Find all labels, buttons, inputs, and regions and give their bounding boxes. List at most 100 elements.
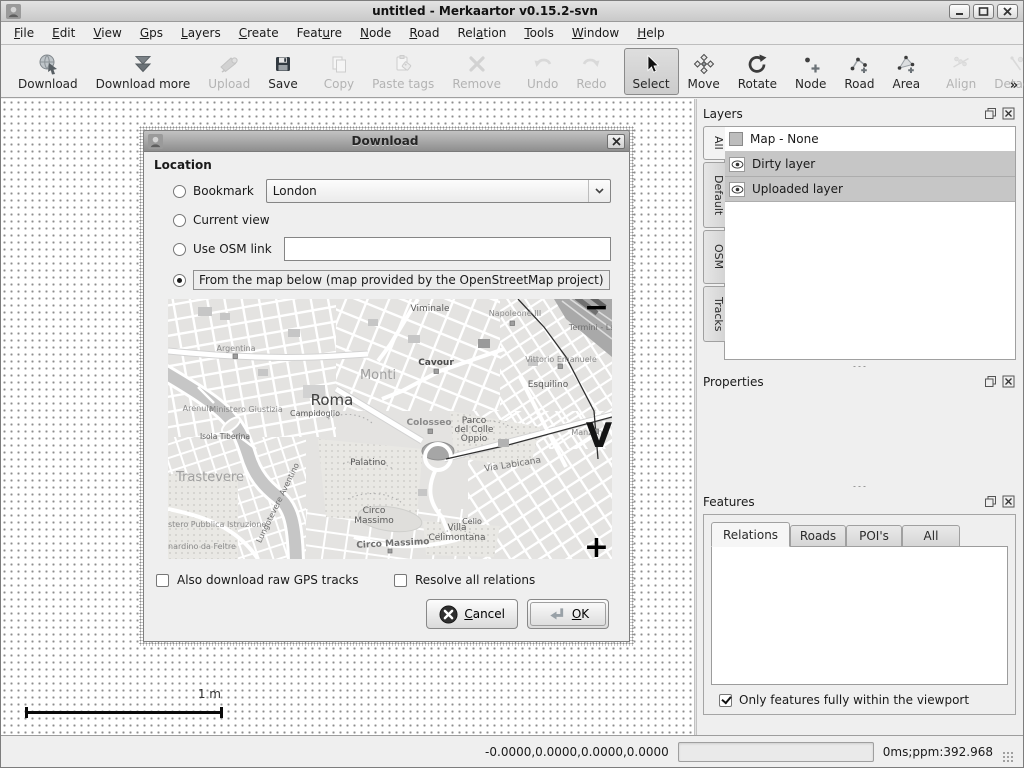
menu-item-help[interactable]: Help <box>628 23 673 43</box>
menu-item-window[interactable]: Window <box>563 23 628 43</box>
align-icon <box>950 52 972 76</box>
checkbox-also-download-raw-gp[interactable] <box>156 574 169 587</box>
map-preview-image: ViminaleNapoleone IIITermini - LaArgenti… <box>168 299 612 559</box>
layers-tab-tracks[interactable]: Tracks <box>703 286 725 342</box>
toolbar-button-label: Select <box>633 77 670 91</box>
close-icon <box>1002 7 1013 16</box>
dialog-close-button[interactable] <box>607 134 625 149</box>
radio-current-view[interactable] <box>173 214 186 227</box>
minimize-button[interactable] <box>949 4 970 19</box>
layers-float-button[interactable] <box>984 107 998 121</box>
layer-visibility-eye-icon[interactable] <box>729 182 745 197</box>
radio-use-osm-link[interactable] <box>173 243 186 256</box>
button-label: Cancel <box>464 607 505 621</box>
features-tab-roads[interactable]: Roads <box>790 525 846 547</box>
properties-features-splitter[interactable] <box>703 480 1016 492</box>
maximize-button[interactable] <box>973 4 994 19</box>
layers-panel-header: Layers <box>703 104 1016 123</box>
toolbar-button-node[interactable]: Node <box>786 48 835 95</box>
properties-close-button[interactable] <box>1002 375 1016 389</box>
location-group-label: Location <box>154 158 611 172</box>
toolbar-button-move[interactable]: Move <box>679 48 729 95</box>
minimize-icon <box>954 7 965 16</box>
menu-item-relation[interactable]: Relation <box>448 23 515 43</box>
menu-item-tools[interactable]: Tools <box>515 23 563 43</box>
toolbar-button-label: Download more <box>96 77 191 91</box>
option-row-use-osm-link: Use OSM link <box>173 237 611 261</box>
resize-grip[interactable] <box>1002 751 1015 764</box>
map-label: Colosseo <box>406 418 451 428</box>
radio-bookmark[interactable] <box>173 185 186 198</box>
radio-from-the-map-bel[interactable] <box>173 274 186 287</box>
map-zoom-out-button[interactable]: − <box>584 299 609 318</box>
paste-tags-icon <box>392 52 414 76</box>
cancel-button[interactable]: Cancel <box>426 599 518 629</box>
layer-row-uploaded-layer[interactable]: Uploaded layer <box>725 177 1015 202</box>
toolbar-button-save[interactable]: Save <box>259 48 306 95</box>
toolbar-button-download[interactable]: Download <box>9 48 87 95</box>
menu-item-node[interactable]: Node <box>351 23 400 43</box>
toolbar-button-label: Node <box>795 77 826 91</box>
close-button[interactable] <box>997 4 1018 19</box>
features-list[interactable] <box>711 546 1008 685</box>
osm-link-input[interactable] <box>284 237 611 261</box>
scale-bar: 1 m <box>25 711 223 714</box>
layer-visibility-eye-icon[interactable] <box>729 157 745 172</box>
layer-label: Dirty layer <box>752 157 815 171</box>
features-tab-poi-s[interactable]: POI's <box>846 525 902 547</box>
map-label: Circo <box>363 506 386 516</box>
toolbar-button-download-more[interactable]: Download more <box>87 48 200 95</box>
layer-row-map-none[interactable]: Map - None <box>725 127 1015 152</box>
map-zoom-in-button[interactable]: + <box>584 538 609 558</box>
layers-panel-title: Layers <box>703 107 980 121</box>
map-label: Esquilino <box>528 380 569 390</box>
checkbox-resolve-all-relation[interactable] <box>394 574 407 587</box>
toolbar-button-area[interactable]: Area <box>883 48 929 95</box>
metrics-display: 0ms;ppm:392.968 <box>883 745 993 759</box>
menu-item-create[interactable]: Create <box>230 23 288 43</box>
remove-icon <box>466 52 488 76</box>
map-label: stero Pubblica Istruzione <box>168 520 266 529</box>
cancel-icon <box>439 605 458 624</box>
menu-item-edit[interactable]: Edit <box>43 23 84 43</box>
layers-tab-osm[interactable]: OSM <box>703 230 725 284</box>
toolbar-button-select[interactable]: Select <box>624 48 679 95</box>
properties-float-button[interactable] <box>984 375 998 389</box>
menu-item-gps[interactable]: Gps <box>131 23 172 43</box>
features-close-button[interactable] <box>1002 495 1016 509</box>
menu-item-layers[interactable]: Layers <box>172 23 230 43</box>
toolbar-button-road[interactable]: Road <box>835 48 883 95</box>
toolbar-button-upload: Upload <box>199 48 259 95</box>
layers-list: Map - None Dirty layer Uploaded layer <box>724 126 1016 360</box>
viewport-checkbox[interactable] <box>719 694 732 707</box>
menu-item-view[interactable]: View <box>84 23 130 43</box>
map-preview[interactable]: ViminaleNapoleone IIITermini - LaArgenti… <box>168 299 612 559</box>
layers-tab-all[interactable]: All <box>703 126 725 160</box>
menu-item-file[interactable]: File <box>5 23 43 43</box>
layers-tab-default[interactable]: Default <box>703 162 725 228</box>
map-label: nardino da Feltre <box>168 542 236 551</box>
menu-item-feature[interactable]: Feature <box>288 23 351 43</box>
rotate-icon <box>746 52 768 76</box>
title-bar[interactable]: untitled - Merkaartor v0.15.2-svn <box>1 1 1023 22</box>
features-float-button[interactable] <box>984 495 998 509</box>
layer-row-dirty-layer[interactable]: Dirty layer <box>725 152 1015 177</box>
layers-close-button[interactable] <box>1002 107 1016 121</box>
dialog-title-bar[interactable]: Download <box>144 131 629 152</box>
features-tab-all[interactable]: All <box>902 525 960 547</box>
map-label: Roma <box>311 391 354 409</box>
toolbar-button-label: Undo <box>527 77 558 91</box>
properties-panel-title: Properties <box>703 375 980 389</box>
toolbar-button-copy: Copy <box>315 48 363 95</box>
features-panel-title: Features <box>703 495 980 509</box>
bookmark-combo[interactable]: London <box>266 179 611 203</box>
layer-none-checkbox[interactable] <box>729 132 743 146</box>
layers-properties-splitter[interactable] <box>703 360 1016 372</box>
map-label: Cavour <box>418 358 454 368</box>
menu-item-road[interactable]: Road <box>400 23 448 43</box>
ok-button[interactable]: OK <box>527 599 609 629</box>
chevron-down-icon[interactable] <box>588 180 610 202</box>
toolbar-button-rotate[interactable]: Rotate <box>729 48 786 95</box>
toolbar-button-label: Redo <box>576 77 606 91</box>
features-tab-relations[interactable]: Relations <box>711 522 790 547</box>
